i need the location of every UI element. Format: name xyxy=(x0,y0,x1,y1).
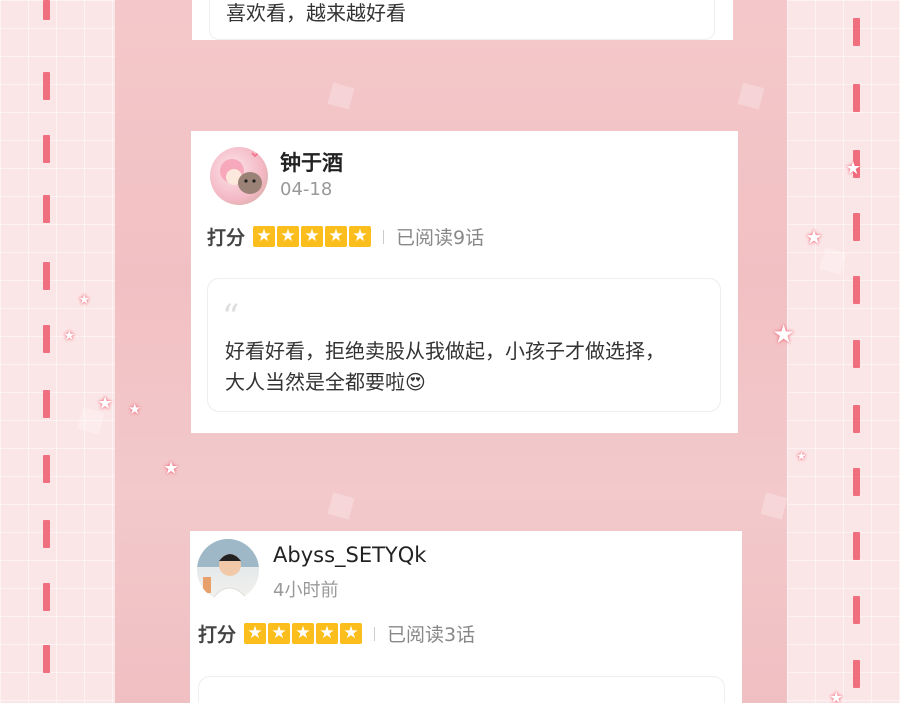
decor-dash xyxy=(43,583,50,611)
decor-star-icon: ★ xyxy=(829,688,844,703)
read-status: 已阅读3话 xyxy=(387,624,476,646)
decor-dash xyxy=(43,72,50,100)
decor-dash xyxy=(853,340,860,368)
decor-star-icon: ★ xyxy=(163,458,180,479)
decor-dash xyxy=(43,390,50,418)
decor-dash xyxy=(853,405,860,433)
score-label: 打分 xyxy=(198,624,237,646)
decor-dash xyxy=(43,455,50,483)
star-icon: ★ xyxy=(340,623,363,644)
decor-star-icon: ★ xyxy=(97,393,114,414)
divider xyxy=(383,229,385,244)
quote-icon: “ xyxy=(222,297,240,337)
avatar[interactable] xyxy=(197,539,259,601)
decor-dash xyxy=(853,18,860,46)
star-rating: ★ ★ ★ ★ ★ xyxy=(253,226,372,247)
comment-text-line: 好看好看，拒绝卖股从我做起，小孩子才做选择， xyxy=(225,339,665,363)
comment-card-partial: 喜欢看，越来越好看 xyxy=(192,0,733,40)
star-icon: ★ xyxy=(349,226,372,247)
decor-dash xyxy=(43,645,50,673)
star-rating: ★ ★ ★ ★ ★ xyxy=(244,623,363,644)
divider xyxy=(374,626,376,641)
star-icon: ★ xyxy=(253,226,276,247)
decor-dash xyxy=(43,262,50,290)
comment-time: 4小时前 xyxy=(273,580,339,601)
decor-dash xyxy=(853,596,860,624)
username[interactable]: 钟于酒 xyxy=(280,147,343,177)
decor-dash xyxy=(43,0,50,20)
decor-star-icon: ★ xyxy=(772,320,796,350)
star-icon: ★ xyxy=(277,226,300,247)
right-decor-strip xyxy=(787,0,900,703)
star-icon: ★ xyxy=(316,623,339,644)
decor-dash xyxy=(43,195,50,223)
comment-text-line: 大人当然是全都要啦😍 xyxy=(225,370,426,394)
star-icon: ★ xyxy=(244,623,267,644)
star-icon: ★ xyxy=(268,623,291,644)
decor-dash xyxy=(853,84,860,112)
rating-row: 打分 ★ ★ ★ ★ ★ 已阅读9话 xyxy=(207,223,484,250)
avatar[interactable] xyxy=(210,147,268,205)
star-icon: ★ xyxy=(292,623,315,644)
decor-dash xyxy=(43,325,50,353)
quote-box xyxy=(198,676,725,703)
decor-dash xyxy=(43,520,50,548)
rating-row: 打分 ★ ★ ★ ★ ★ 已阅读3话 xyxy=(198,620,475,647)
comment-text: 喜欢看，越来越好看 xyxy=(226,1,406,25)
comment-time: 04-18 xyxy=(280,179,333,200)
read-status: 已阅读9话 xyxy=(396,227,485,249)
comment-card: 钟于酒 04-18 打分 ★ ★ ★ ★ ★ 已阅读9话 “ 好看好看，拒绝卖股… xyxy=(191,131,738,433)
decor-star-icon: ★ xyxy=(78,292,91,308)
decor-dash xyxy=(853,532,860,560)
left-decor-strip xyxy=(0,0,115,703)
decor-dash xyxy=(43,135,50,163)
decor-star-icon: ★ xyxy=(796,449,807,463)
username[interactable]: Abyss_SETYQk xyxy=(273,543,426,567)
comment-card: Abyss_SETYQk 4小时前 打分 ★ ★ ★ ★ ★ 已阅读3话 xyxy=(190,531,742,703)
score-label: 打分 xyxy=(207,227,246,249)
star-icon: ★ xyxy=(325,226,348,247)
decor-star-icon: ★ xyxy=(805,225,823,249)
decor-dash xyxy=(853,660,860,688)
star-icon: ★ xyxy=(301,226,324,247)
decor-dash xyxy=(853,468,860,496)
decor-star-icon: ★ xyxy=(128,400,142,418)
decor-dash xyxy=(853,276,860,304)
decor-star-icon: ★ xyxy=(845,158,862,179)
decor-star-icon: ★ xyxy=(63,328,76,344)
decor-dash xyxy=(853,213,860,241)
quote-box: “ 好看好看，拒绝卖股从我做起，小孩子才做选择， 大人当然是全都要啦😍 xyxy=(207,278,721,412)
